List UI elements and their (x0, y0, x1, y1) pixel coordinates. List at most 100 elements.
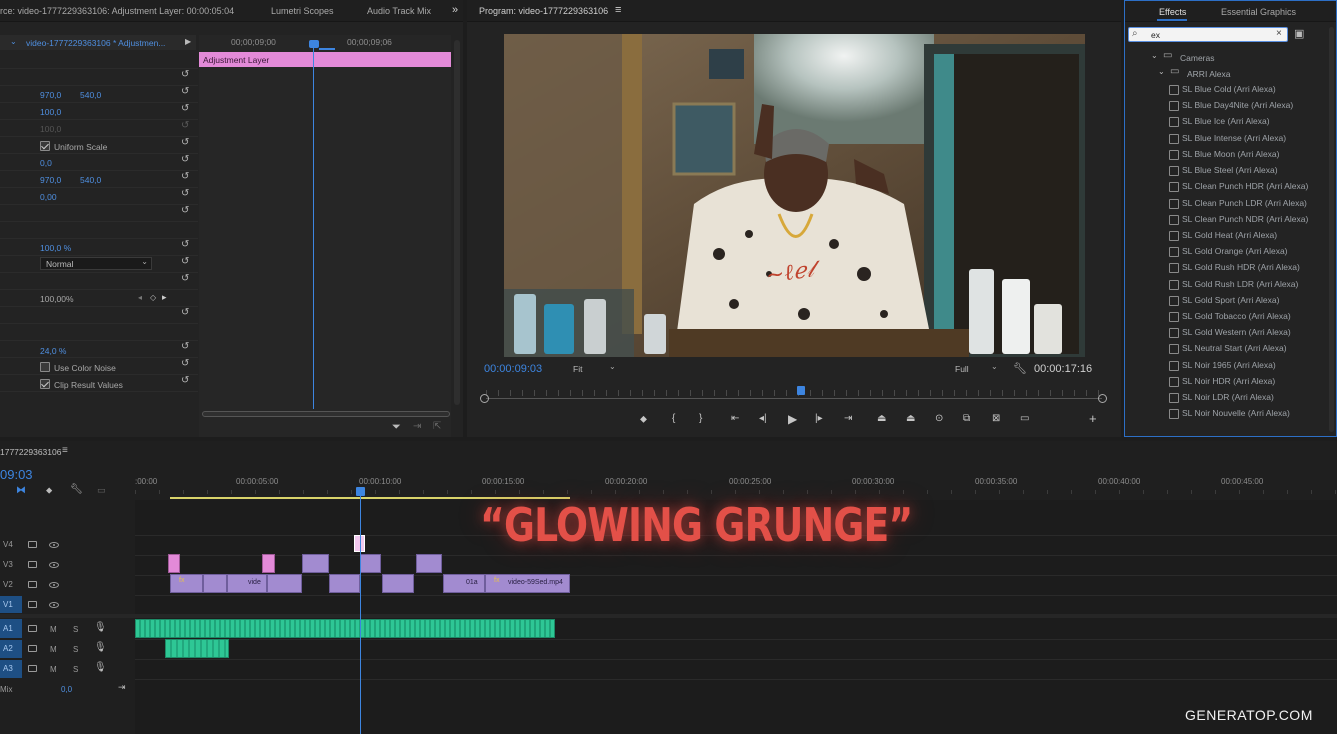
a2-audio-clip[interactable] (165, 639, 229, 658)
panel-scrollbar[interactable] (454, 40, 460, 405)
tab-essential-graphics[interactable]: Essential Graphics (1221, 7, 1296, 17)
a1-audio-clip[interactable] (135, 619, 555, 638)
microphone-icon[interactable]: 🎙︎ (94, 622, 107, 633)
effects-search-input[interactable]: ⌕ ex × (1128, 27, 1288, 42)
v2-video-clip[interactable]: vide (227, 574, 267, 593)
play-icon[interactable]: ▶ (788, 412, 797, 426)
eye-icon[interactable] (49, 602, 59, 608)
effects-scrollbar[interactable] (1329, 27, 1334, 432)
v3-video-clip[interactable] (360, 554, 381, 573)
track-label-v4[interactable]: V4 (3, 540, 13, 549)
scale-value[interactable]: 100,0 (40, 107, 61, 117)
sync-lock-icon[interactable] (28, 561, 37, 568)
tab-lumetri-scopes[interactable]: Lumetri Scopes (271, 6, 334, 16)
reset-icon[interactable]: ↺ (181, 358, 189, 369)
reset-icon[interactable]: ↺ (181, 103, 189, 114)
camera-icon[interactable]: ⊙ (935, 413, 943, 424)
v3-video-clip[interactable] (302, 554, 329, 573)
mute-button[interactable]: M (50, 645, 57, 654)
microphone-icon[interactable]: 🎙︎ (94, 642, 107, 653)
effect-item[interactable]: SL Gold Rush LDR (Arri Alexa) (1168, 279, 1298, 290)
opacity-value[interactable]: 100,0 % (40, 243, 71, 253)
adjustment-layer-bar[interactable]: Adjustment Layer (199, 52, 451, 67)
use-color-noise-checkbox[interactable] (40, 362, 50, 372)
export-icon[interactable]: ⇥ (413, 421, 421, 432)
sync-lock-icon[interactable] (28, 581, 37, 588)
reset-icon[interactable]: ↺ (181, 239, 189, 250)
reset-icon[interactable]: ↺ (181, 188, 189, 199)
anchor-y-value[interactable]: 540,0 (80, 175, 101, 185)
v2-video-clip[interactable] (203, 574, 227, 593)
sync-lock-icon[interactable] (28, 601, 37, 608)
solo-button[interactable]: S (73, 645, 78, 654)
mark-in-icon[interactable]: { (672, 413, 675, 424)
effect-item[interactable]: SL Blue Day4Nite (Arri Alexa) (1168, 100, 1293, 111)
effect-item[interactable]: SL Clean Punch HDR (Arri Alexa) (1168, 181, 1308, 192)
fit-select[interactable]: Fit ⌄ (569, 362, 619, 375)
extract-icon[interactable]: ⏏ (906, 413, 915, 424)
reset-icon[interactable]: ↺ (181, 137, 189, 148)
reset-icon[interactable]: ↺ (181, 171, 189, 182)
wrench-icon[interactable]: 🔧︎ (1013, 362, 1027, 375)
clip-header[interactable]: ⌄ video-1777229363106 * Adjustmen... ▶ (0, 35, 196, 50)
snap-icon[interactable]: ⧓ (16, 485, 26, 496)
subfolder-chevron-icon[interactable]: ⌄ (1158, 67, 1165, 76)
v2-video-clip[interactable] (382, 574, 414, 593)
effect-item[interactable]: SL Neutral Start (Arri Alexa) (1169, 343, 1287, 354)
reset-icon[interactable]: ↺ (181, 375, 189, 386)
step-back-icon[interactable]: ◂| (759, 413, 767, 424)
v2-video-clip[interactable]: 01a (443, 574, 485, 593)
step-forward-icon[interactable]: |▸ (815, 413, 823, 424)
effect-item[interactable]: SL Blue Steel (Arri Alexa) (1169, 165, 1278, 176)
clip-result-checkbox[interactable] (40, 379, 50, 389)
v3-pink-clip[interactable] (262, 554, 275, 573)
track-target-v1[interactable]: V1 (0, 596, 22, 613)
eye-icon[interactable] (49, 562, 59, 568)
track-label-v3[interactable]: V3 (3, 560, 13, 569)
sync-lock-icon[interactable] (28, 665, 37, 672)
rotation-value[interactable]: 0,0 (40, 158, 52, 168)
lift-icon[interactable]: ⏏ (877, 413, 886, 424)
effect-item[interactable]: SL Blue Moon (Arri Alexa) (1168, 149, 1279, 160)
sync-lock-icon[interactable] (28, 541, 37, 548)
keyframe-prev-icon[interactable]: ◂ (138, 293, 142, 302)
scrubber-start-handle[interactable] (480, 394, 489, 403)
folder-chevron-icon[interactable]: ⌄ (1151, 51, 1158, 60)
position-x-value[interactable]: 970,0 (40, 90, 61, 100)
v2-video-clip[interactable]: fx video-59Sed.mp4 (485, 574, 570, 593)
effect-item[interactable]: SL Blue Cold (Arri Alexa) (1169, 84, 1276, 95)
blend-mode-select[interactable]: Normal ⌄ (40, 257, 152, 270)
reset-icon[interactable]: ↺ (181, 69, 189, 80)
track-target-a3[interactable]: A3 (0, 660, 22, 678)
go-to-out-icon[interactable]: ⇥ (844, 413, 852, 424)
compare-icon[interactable]: ⧉ (963, 413, 970, 424)
vr-icon[interactable]: ⊠ (992, 413, 1000, 424)
arri-alexa-folder[interactable]: ARRI Alexa (1187, 69, 1230, 79)
safe-margins-icon[interactable]: ▭ (1020, 413, 1029, 424)
reset-icon[interactable]: ↺ (181, 86, 189, 97)
mini-playhead-handle[interactable] (309, 40, 319, 48)
position-y-value[interactable]: 540,0 (80, 90, 101, 100)
sequence-name[interactable]: 1777229363106 (0, 447, 61, 457)
add-marker-icon[interactable]: ⬥ (640, 414, 647, 425)
play-clip-icon[interactable]: ▶ (185, 37, 191, 46)
microphone-icon[interactable]: 🎙︎ (94, 662, 107, 673)
program-menu-icon[interactable]: ≡ (615, 4, 621, 16)
keyframe-next-icon[interactable]: ▸ (162, 292, 167, 303)
anti-flicker-value[interactable]: 0,00 (40, 192, 57, 202)
v3-pink-clip[interactable] (168, 554, 180, 573)
effect-item[interactable]: SL Gold Western (Arri Alexa) (1169, 327, 1291, 338)
sequence-menu-icon[interactable]: ≡ (62, 445, 68, 456)
program-title[interactable]: Program: video-1777229363106 (479, 6, 608, 16)
go-to-in-icon[interactable]: ⇤ (731, 413, 739, 424)
amount-value[interactable]: 24,0 % (40, 346, 66, 356)
program-timecode[interactable]: 00:00:09:03 (484, 363, 542, 375)
new-bin-icon[interactable]: ▣ (1294, 27, 1304, 40)
quality-select[interactable]: Full ⌄ (951, 362, 1003, 375)
effect-item[interactable]: SL Noir LDR (Arri Alexa) (1169, 392, 1274, 403)
effect-item[interactable]: SL Noir Nouvelle (Arri Alexa) (1169, 408, 1290, 419)
effect-item[interactable]: SL Gold Sport (Arri Alexa) (1168, 295, 1279, 306)
mix-value[interactable]: 0,0 (61, 685, 72, 694)
effect-item[interactable]: SL Blue Intense (Arri Alexa) (1168, 133, 1286, 144)
clear-search-icon[interactable]: × (1276, 28, 1282, 39)
